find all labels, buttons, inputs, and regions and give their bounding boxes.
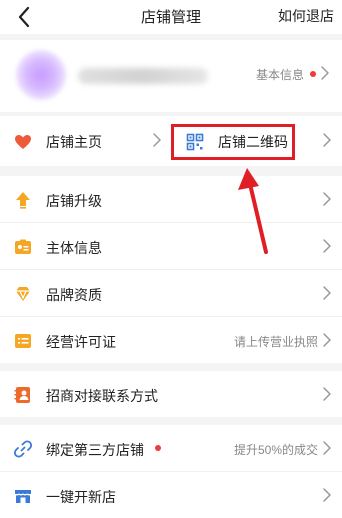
notification-dot [310,71,316,77]
basic-info-label: 基本信息 [255,68,304,82]
store-home-row: 店铺主页 店铺二维码 [0,116,342,166]
chevron-right-icon [153,133,161,147]
chevron-right-icon [321,66,329,80]
annotation-arrow-icon [238,168,268,254]
chevron-right-icon [323,192,331,206]
upload-license-hint: 请上传营业执照 [233,335,318,349]
merchant-contact-label: 招商对接联系方式 [46,388,158,404]
diamond-icon [16,287,30,301]
store-home-label[interactable]: 店铺主页 [46,132,102,152]
avatar [16,50,66,100]
section-gap [0,166,342,176]
entity-info-row[interactable]: 主体信息 [0,223,342,270]
heart-icon [15,135,31,149]
store-upgrade-label: 店铺升级 [46,193,102,209]
store-qr-code-label[interactable]: 店铺二维码 [218,132,288,152]
contact-book-icon [14,387,30,403]
open-new-store-label: 一键开新店 [46,489,116,505]
boost-conversion-hint: 提升50%的成交 [233,443,318,457]
store-upgrade-row[interactable]: 店铺升级 [0,176,342,223]
bind-third-party-row[interactable]: 绑定第三方店铺 提升50%的成交 [0,425,342,472]
brand-qualification-label: 品牌资质 [46,287,102,303]
id-card-icon [15,239,31,254]
chevron-right-icon [323,333,331,347]
section-gap [0,417,342,425]
section-gap [0,363,342,371]
store-profile-card[interactable]: 基本信息 [0,40,342,112]
open-new-store-row[interactable]: 一键开新店 [0,472,342,518]
how-to-close-store-link[interactable]: 如何退店 [278,6,334,26]
brand-qualification-row[interactable]: 品牌资质 [0,270,342,317]
chevron-right-icon [323,441,331,455]
chevron-right-icon [323,387,331,401]
top-nav-bar: 店铺管理 如何退店 [0,0,342,34]
license-icon [15,334,31,348]
chevron-right-icon [323,488,331,502]
merchant-contact-row[interactable]: 招商对接联系方式 [0,371,342,417]
entity-info-label: 主体信息 [46,240,102,256]
chevron-right-icon [323,133,331,147]
arrow-up-icon [16,192,30,209]
storefront-icon [14,490,32,503]
chevron-right-icon [323,286,331,300]
business-license-row[interactable]: 经营许可证 请上传营业执照 [0,317,342,363]
business-license-label: 经营许可证 [46,334,116,350]
qr-code-icon [186,133,204,151]
chevron-right-icon [323,239,331,253]
bind-third-party-label: 绑定第三方店铺 [46,442,144,458]
store-name-blurred [78,68,208,84]
link-icon [14,440,32,458]
notification-dot [155,445,161,451]
